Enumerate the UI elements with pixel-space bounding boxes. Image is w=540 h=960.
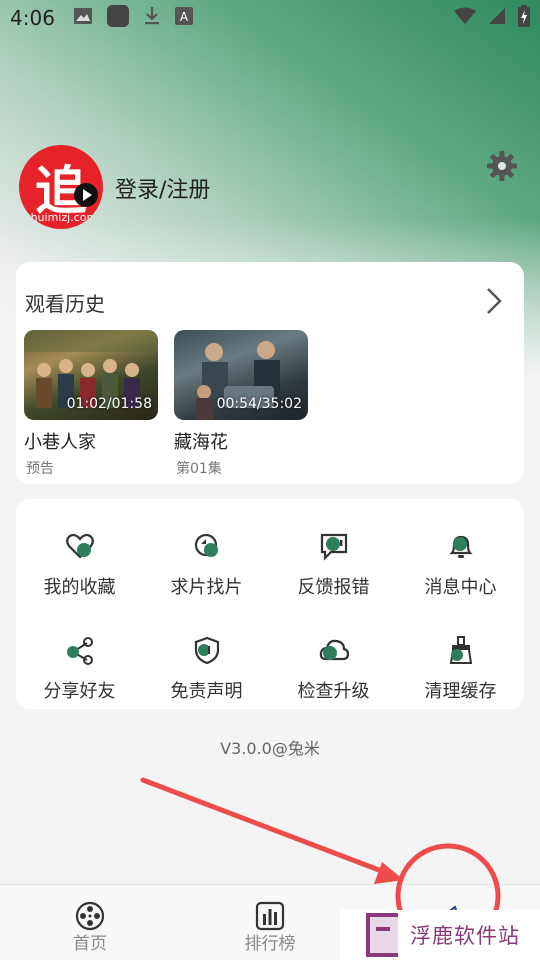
menu-item-favorites[interactable]: 我的收藏 — [16, 509, 143, 599]
login-register-link[interactable]: 登录/注册 — [115, 172, 210, 204]
menu-item-messages[interactable]: 消息中心 — [397, 509, 524, 599]
status-bar: 4:06 A — [0, 0, 540, 36]
menu-label-clear-cache: 清理缓存 — [424, 681, 497, 702]
menu-label-feedback: 反馈报错 — [297, 577, 370, 598]
tab-ranking-label: 排行榜 — [244, 934, 296, 954]
bell-icon — [446, 531, 476, 561]
menu-label-disclaimer: 免责声明 — [170, 681, 243, 702]
gear-icon[interactable] — [486, 150, 518, 182]
menu-item-check-update[interactable]: 检查升级 — [270, 613, 397, 703]
battery-icon — [518, 5, 530, 31]
shield-icon — [192, 635, 222, 665]
film-reel-icon — [75, 901, 105, 931]
history-show-subtitle-1: 预告 — [26, 461, 54, 477]
history-title: 观看历史 — [25, 292, 105, 316]
menu-item-share[interactable]: 分享好友 — [16, 613, 143, 703]
broom-icon — [446, 635, 476, 665]
annotation-arrow — [140, 777, 404, 884]
function-menu-card: 我的收藏 求片找片 反馈报错 消息中心 分享好友 免责声明 检查升级 清理缓存 — [16, 499, 524, 709]
watermark: 浮鹿软件站 — [340, 910, 540, 960]
menu-item-request-film[interactable]: 求片找片 — [143, 509, 270, 599]
chevron-right-icon[interactable] — [482, 286, 506, 316]
history-show-subtitle-2: 第01集 — [176, 461, 222, 477]
menu-label-favorites: 我的收藏 — [43, 577, 116, 598]
menu-label-messages: 消息中心 — [424, 577, 497, 598]
svg-text:A: A — [180, 10, 189, 24]
menu-label-request-film: 求片找片 — [170, 577, 243, 598]
status-time: 4:06 — [10, 6, 55, 30]
tab-ranking[interactable]: 排行榜 — [180, 885, 360, 960]
watch-history-card: 观看历史 01:02/01:58 小巷人家 预告 00:54/35:02 藏海花… — [16, 262, 524, 484]
menu-item-clear-cache[interactable]: 清理缓存 — [397, 613, 524, 703]
signal-icon — [488, 7, 506, 29]
heart-icon — [65, 531, 95, 561]
tab-home[interactable]: 首页 — [0, 885, 180, 960]
feedback-icon — [319, 531, 349, 561]
wifi-icon — [454, 7, 476, 29]
search-film-icon — [192, 531, 222, 561]
avatar-logo-url: zhuimizj.com — [24, 211, 98, 224]
menu-item-disclaimer[interactable]: 免责声明 — [143, 613, 270, 703]
image-icon — [73, 7, 93, 29]
avatar[interactable]: 追 zhuimizj.com — [19, 145, 103, 229]
menu-label-share: 分享好友 — [43, 681, 116, 702]
history-show-title-1[interactable]: 小巷人家 — [24, 428, 96, 454]
font-icon: A — [174, 7, 193, 29]
history-thumbnail-2[interactable]: 00:54/35:02 — [174, 330, 308, 420]
app-icon — [106, 5, 129, 31]
download-icon — [143, 6, 161, 30]
history-thumbnail-1[interactable]: 01:02/01:58 — [24, 330, 158, 420]
history-progress-2: 00:54/35:02 — [216, 396, 302, 412]
version-text: V3.0.0@兔米 — [220, 739, 320, 758]
ranking-chart-icon — [255, 901, 285, 931]
play-icon — [74, 183, 98, 207]
share-icon — [65, 635, 95, 665]
history-show-title-2[interactable]: 藏海花 — [174, 428, 228, 454]
watermark-logo-icon — [366, 913, 398, 957]
menu-item-feedback[interactable]: 反馈报错 — [270, 509, 397, 599]
menu-label-check-update: 检查升级 — [297, 681, 370, 702]
tab-home-label: 首页 — [73, 934, 107, 954]
history-progress-1: 01:02/01:58 — [66, 396, 152, 412]
cloud-upgrade-icon — [319, 635, 350, 665]
watermark-text: 浮鹿软件站 — [410, 924, 520, 948]
